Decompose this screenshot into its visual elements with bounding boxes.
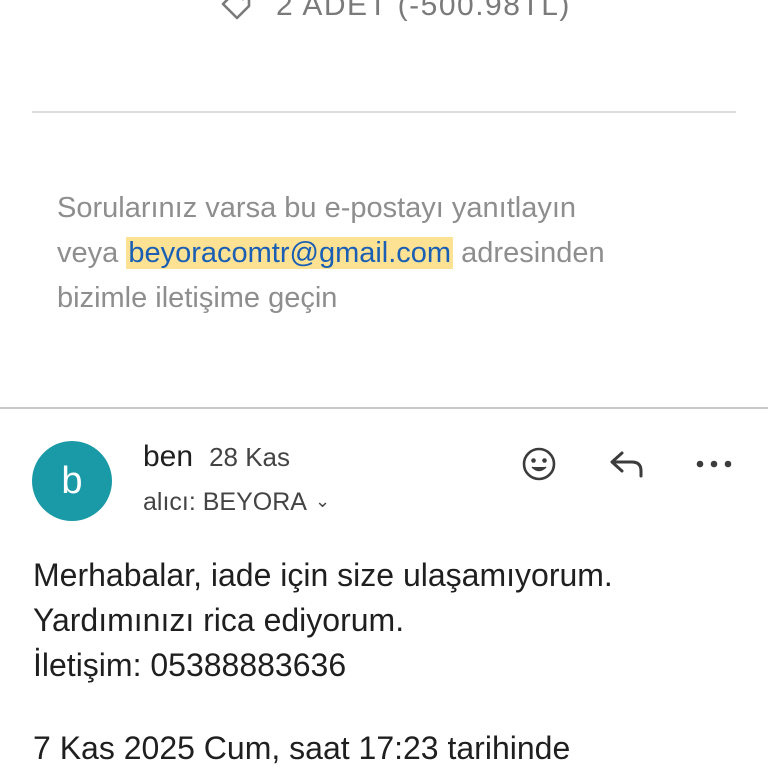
sender-row: ben 28 Kas xyxy=(143,440,290,474)
message-divider xyxy=(0,407,768,409)
footer-line-3: bizimle iletişime geçin xyxy=(57,282,338,314)
support-email-link[interactable]: beyoracomtr@gmail.com xyxy=(126,237,454,269)
footer-line-2-prefix: veya xyxy=(57,237,119,269)
tag-icon xyxy=(220,0,254,23)
message-date: 28 Kas xyxy=(209,442,291,472)
quoted-message-header: 7 Kas 2025 Cum, saat 17:23 tarihinde xyxy=(33,730,571,766)
sender-name[interactable]: ben xyxy=(143,440,193,474)
footer-line-1: Sorularınız varsa bu e-postayı yanıtlayı… xyxy=(57,192,577,224)
discount-row: 2 ADET (-500.98TL) xyxy=(220,0,571,26)
reply-icon[interactable] xyxy=(605,444,649,484)
avatar[interactable]: b xyxy=(32,441,112,521)
email-thread-view: 2 ADET (-500.98TL) Sorularınız varsa bu … xyxy=(0,0,768,768)
message-body-line: Yardımınızı rica ediyorum. xyxy=(33,602,405,638)
chevron-down-icon[interactable]: ⌄ xyxy=(315,491,330,512)
emoji-reaction-icon[interactable] xyxy=(519,444,559,484)
footer-line-2-suffix: adresinden xyxy=(461,237,605,269)
recipient-details-toggle[interactable]: alıcı: BEYORA ⌄ xyxy=(143,488,330,517)
discount-text: 2 ADET (-500.98TL) xyxy=(276,0,571,22)
section-divider xyxy=(32,111,736,113)
recipient-label: alıcı: BEYORA xyxy=(143,488,307,516)
contact-footer: Sorularınız varsa bu e-postayı yanıtlayı… xyxy=(57,186,737,321)
message-body-line: Merhabalar, iade için size ulaşamıyorum. xyxy=(33,557,613,593)
more-options-icon[interactable] xyxy=(692,444,736,484)
message-body-line: İletişim: 05388883636 xyxy=(33,647,347,683)
message-body: Merhabalar, iade için size ulaşamıyorum.… xyxy=(33,553,753,688)
footer-line-2: veya beyoracomtr@gmail.com adresinden xyxy=(57,231,737,276)
